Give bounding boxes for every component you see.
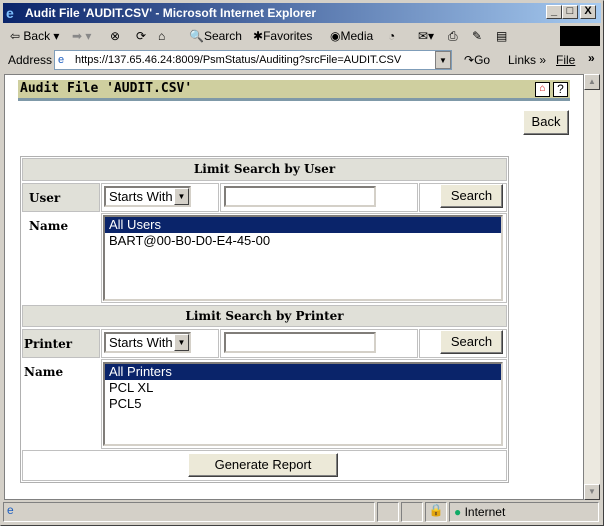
go-arrow-icon: ↷ bbox=[464, 53, 475, 67]
address-input[interactable]: e https://137.65.46.24:8009/PsmStatus/Au… bbox=[54, 50, 452, 70]
status-bar: e 🔒 ● Internet bbox=[3, 502, 601, 522]
user-section-title: Limit Search by User bbox=[22, 158, 507, 181]
printer-list[interactable]: All Printers PCL XL PCL5 bbox=[103, 362, 503, 446]
home-page-icon[interactable]: ⌂ bbox=[535, 82, 550, 97]
back-page-button[interactable]: Back bbox=[523, 110, 569, 135]
page-icon: e bbox=[58, 54, 65, 66]
globe-icon: ● bbox=[454, 505, 462, 519]
generate-report-button[interactable]: Generate Report bbox=[188, 453, 338, 477]
maximize-button[interactable]: □ bbox=[562, 5, 578, 19]
history-icon: ◔ bbox=[388, 29, 396, 43]
title-bar: e Audit File 'AUDIT.CSV' - Microsoft Int… bbox=[3, 3, 601, 23]
mail-icon: ✉▾ bbox=[418, 29, 435, 43]
media-icon: ◉ bbox=[330, 29, 341, 43]
minimize-button[interactable]: _ bbox=[546, 5, 562, 19]
home-icon: ⌂ bbox=[158, 29, 166, 43]
printer-section-title: Limit Search by Printer bbox=[22, 305, 507, 327]
chevron-down-icon: ▼ bbox=[174, 188, 189, 205]
stop-button[interactable]: ⊗ bbox=[110, 28, 120, 44]
vertical-scrollbar[interactable]: ▲ ▼ bbox=[584, 74, 600, 500]
printer-name-input[interactable] bbox=[224, 332, 376, 353]
list-item[interactable]: PCL5 bbox=[105, 396, 501, 412]
back-button[interactable]: ⇦ Back ▾ bbox=[10, 28, 59, 44]
scroll-down-icon[interactable]: ▼ bbox=[584, 484, 600, 500]
zone-indicator: ● Internet bbox=[449, 502, 599, 522]
menu-chevron-icon[interactable]: » bbox=[588, 51, 595, 65]
refresh-icon: ⟳ bbox=[136, 29, 147, 43]
help-icon[interactable]: ? bbox=[553, 82, 568, 97]
forward-arrow-icon: ➡ ▾ bbox=[72, 29, 92, 43]
address-label: Address bbox=[8, 53, 53, 67]
user-match-select[interactable]: Starts With ▼ bbox=[104, 186, 191, 207]
scroll-up-icon[interactable]: ▲ bbox=[584, 74, 600, 90]
printer-match-select[interactable]: Starts With ▼ bbox=[104, 332, 191, 353]
back-arrow-icon: ⇦ bbox=[10, 29, 21, 43]
favorites-button[interactable]: ✱Favorites bbox=[253, 28, 312, 44]
address-dropdown-icon[interactable]: ▼ bbox=[435, 51, 451, 69]
document-icon: ▤ bbox=[496, 29, 508, 43]
printer-search-button[interactable]: Search bbox=[440, 330, 503, 354]
media-button[interactable]: ◉Media bbox=[330, 28, 373, 44]
windows-logo bbox=[560, 26, 600, 46]
forward-button[interactable]: ➡ ▾ bbox=[72, 28, 91, 44]
mail-button[interactable]: ✉▾ bbox=[418, 28, 434, 44]
discuss-button[interactable]: ▤ bbox=[496, 28, 507, 44]
list-item[interactable]: All Users bbox=[105, 217, 501, 233]
favorites-icon: ✱ bbox=[253, 29, 264, 43]
edit-icon: ✎ bbox=[472, 29, 483, 43]
history-button[interactable]: ◔ bbox=[388, 28, 395, 44]
print-button[interactable]: ⎙ bbox=[448, 28, 458, 44]
user-name-input[interactable] bbox=[224, 186, 376, 207]
ie-icon: e bbox=[6, 5, 14, 21]
home-button[interactable]: ⌂ bbox=[158, 28, 165, 44]
list-item[interactable]: PCL XL bbox=[105, 380, 501, 396]
edit-button[interactable]: ✎ bbox=[472, 28, 482, 44]
printer-name-label: Printer Name bbox=[22, 329, 100, 379]
search-toolbar-button[interactable]: 🔍Search bbox=[189, 28, 242, 44]
chevron-down-icon: ▼ bbox=[174, 334, 189, 351]
go-button[interactable]: ↷Go bbox=[464, 53, 490, 67]
file-menu[interactable]: File bbox=[556, 53, 575, 67]
lock-icon: 🔒 bbox=[425, 502, 447, 522]
page-header: Audit File 'AUDIT.CSV' bbox=[18, 80, 570, 101]
search-icon: 🔍 bbox=[189, 29, 204, 43]
user-list[interactable]: All Users BART@00-B0-D0-E4-45-00 bbox=[103, 215, 503, 301]
print-icon: ⎙ bbox=[448, 29, 458, 43]
links-button[interactable]: Links » bbox=[508, 53, 546, 67]
user-name-label: User Name bbox=[22, 183, 100, 233]
close-button[interactable]: X bbox=[580, 5, 596, 19]
window-title: Audit File 'AUDIT.CSV' - Microsoft Inter… bbox=[25, 6, 317, 20]
list-item[interactable]: BART@00-B0-D0-E4-45-00 bbox=[105, 233, 501, 249]
refresh-button[interactable]: ⟳ bbox=[136, 28, 146, 44]
page-status-icon: e bbox=[7, 503, 14, 517]
stop-icon: ⊗ bbox=[110, 29, 121, 43]
list-item[interactable]: All Printers bbox=[105, 364, 501, 380]
user-search-button[interactable]: Search bbox=[440, 184, 503, 208]
